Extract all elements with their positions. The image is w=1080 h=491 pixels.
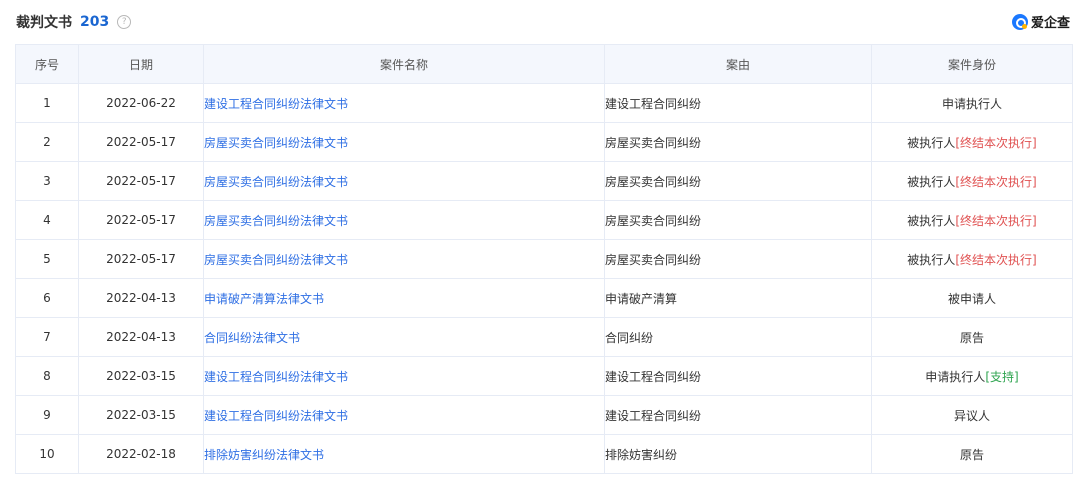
cell-date: 2022-03-15 [78, 395, 204, 435]
cell-index: 3 [15, 161, 79, 201]
role-text: 原告 [959, 447, 984, 462]
case-name-link[interactable]: 建设工程合同纠纷法律文书 [204, 409, 348, 423]
cell-role: 原告 [871, 434, 1073, 474]
cell-role: 被执行人[终结本次执行] [871, 239, 1073, 279]
cell-index: 8 [15, 356, 79, 396]
case-name-link[interactable]: 房屋买卖合同纠纷法律文书 [204, 214, 348, 228]
cell-cause: 合同纠纷 [604, 317, 872, 357]
table-row: 7 2022-04-13 合同纠纷法律文书 合同纠纷 原告 [15, 317, 1073, 357]
cell-date: 2022-04-13 [78, 278, 204, 318]
table-row: 2 2022-05-17 房屋买卖合同纠纷法律文书 房屋买卖合同纠纷 被执行人[… [15, 122, 1073, 162]
cell-cause: 房屋买卖合同纠纷 [604, 239, 872, 279]
table-row: 8 2022-03-15 建设工程合同纠纷法律文书 建设工程合同纠纷 申请执行人… [15, 356, 1073, 396]
brand-name: 爱企查 [1030, 16, 1070, 31]
role-text: 被执行人 [907, 135, 956, 150]
role-tag: [终结本次执行] [955, 135, 1037, 150]
title-group: 裁判文书 203 ? [16, 12, 132, 32]
cell-date: 2022-05-17 [78, 200, 204, 240]
role-tag: [支持] [985, 369, 1019, 384]
cell-cause: 建设工程合同纠纷 [604, 356, 872, 396]
cell-role: 被执行人[终结本次执行] [871, 200, 1073, 240]
cell-cause: 建设工程合同纠纷 [604, 395, 872, 435]
role-text: 申请执行人 [925, 369, 986, 384]
cell-role: 被执行人[终结本次执行] [871, 161, 1073, 201]
role-text: 异议人 [953, 408, 990, 423]
question-circle-icon[interactable]: ? [117, 15, 132, 29]
role-text: 原告 [959, 330, 984, 345]
role-text: 被执行人 [907, 213, 956, 228]
case-name-link[interactable]: 建设工程合同纠纷法律文书 [204, 97, 348, 111]
column-header-date: 日期 [78, 44, 204, 84]
cell-cause: 排除妨害纠纷 [604, 434, 872, 474]
cell-cause: 建设工程合同纠纷 [604, 83, 872, 123]
role-text: 申请执行人 [941, 96, 1002, 111]
section-title: 裁判文书 [16, 15, 72, 31]
table-row: 5 2022-05-17 房屋买卖合同纠纷法律文书 房屋买卖合同纠纷 被执行人[… [15, 239, 1073, 279]
cell-date: 2022-04-13 [78, 317, 204, 357]
cell-role: 申请执行人 [871, 83, 1073, 123]
role-text: 被申请人 [947, 291, 996, 306]
case-name-link[interactable]: 排除妨害纠纷法律文书 [204, 448, 324, 462]
cell-date: 2022-03-15 [78, 356, 204, 396]
role-tag: [终结本次执行] [955, 213, 1037, 228]
result-count: 203 [80, 14, 110, 30]
cell-date: 2022-02-18 [78, 434, 204, 474]
cell-cause: 房屋买卖合同纠纷 [604, 122, 872, 162]
cell-index: 4 [15, 200, 79, 240]
table-row: 6 2022-04-13 申请破产清算法律文书 申请破产清算 被申请人 [15, 278, 1073, 318]
cell-role: 异议人 [871, 395, 1073, 435]
cell-cause: 房屋买卖合同纠纷 [604, 161, 872, 201]
table-row: 1 2022-06-22 建设工程合同纠纷法律文书 建设工程合同纠纷 申请执行人 [15, 83, 1073, 123]
cell-cause: 房屋买卖合同纠纷 [604, 200, 872, 240]
table-header-row: 序号 日期 案件名称 案由 案件身份 [15, 44, 1073, 84]
case-name-link[interactable]: 申请破产清算法律文书 [204, 292, 324, 306]
cell-role: 被申请人 [871, 278, 1073, 318]
role-tag: [终结本次执行] [955, 252, 1037, 267]
judgment-documents-table: 序号 日期 案件名称 案由 案件身份 1 2022-06-22 建设工程合同纠纷… [15, 44, 1073, 474]
cell-role: 被执行人[终结本次执行] [871, 122, 1073, 162]
column-header-cause: 案由 [604, 44, 872, 84]
aiqicha-logo-icon [1011, 13, 1028, 30]
cell-date: 2022-05-17 [78, 161, 204, 201]
cell-index: 5 [15, 239, 79, 279]
case-name-link[interactable]: 房屋买卖合同纠纷法律文书 [204, 175, 348, 189]
cell-role: 原告 [871, 317, 1073, 357]
section-header: 裁判文书 203 ? 爱企查 [0, 0, 1080, 44]
role-text: 被执行人 [907, 174, 956, 189]
cell-date: 2022-05-17 [78, 239, 204, 279]
cell-index: 1 [15, 83, 79, 123]
column-header-case-name: 案件名称 [203, 44, 605, 84]
cell-date: 2022-06-22 [78, 83, 204, 123]
table-row: 10 2022-02-18 排除妨害纠纷法律文书 排除妨害纠纷 原告 [15, 434, 1073, 474]
cell-role: 申请执行人[支持] [871, 356, 1073, 396]
case-name-link[interactable]: 建设工程合同纠纷法律文书 [204, 370, 348, 384]
cell-date: 2022-05-17 [78, 122, 204, 162]
case-name-link[interactable]: 房屋买卖合同纠纷法律文书 [204, 253, 348, 267]
cell-index: 7 [15, 317, 79, 357]
table-row: 9 2022-03-15 建设工程合同纠纷法律文书 建设工程合同纠纷 异议人 [15, 395, 1073, 435]
cell-index: 6 [15, 278, 79, 318]
column-header-role: 案件身份 [871, 44, 1073, 84]
table-row: 3 2022-05-17 房屋买卖合同纠纷法律文书 房屋买卖合同纠纷 被执行人[… [15, 161, 1073, 201]
cell-index: 10 [15, 434, 79, 474]
cell-index: 2 [15, 122, 79, 162]
role-tag: [终结本次执行] [955, 174, 1037, 189]
column-header-index: 序号 [15, 44, 79, 84]
cell-index: 9 [15, 395, 79, 435]
role-text: 被执行人 [907, 252, 956, 267]
cell-cause: 申请破产清算 [604, 278, 872, 318]
case-name-link[interactable]: 合同纠纷法律文书 [204, 331, 300, 345]
brand-logo: 爱企查 [1011, 12, 1070, 31]
case-name-link[interactable]: 房屋买卖合同纠纷法律文书 [204, 136, 348, 150]
table-row: 4 2022-05-17 房屋买卖合同纠纷法律文书 房屋买卖合同纠纷 被执行人[… [15, 200, 1073, 240]
